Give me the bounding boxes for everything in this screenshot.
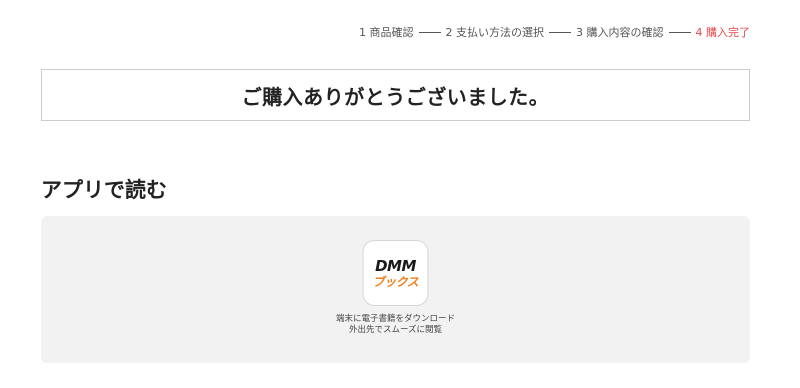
step-separator [549, 31, 571, 33]
dmm-books-app-icon[interactable]: DMM ブックス [362, 240, 429, 306]
purchase-complete-page: 1 商品確認 2 支払い方法の選択 3 購入内容の確認 4 購入完了 ご購入あり… [0, 0, 800, 388]
app-logo-books-text: ブックス [372, 274, 419, 289]
step-payment-method: 2 支払い方法の選択 [445, 26, 545, 39]
thank-you-message: ご購入ありがとうございました。 [241, 84, 550, 109]
thank-you-box: ご購入ありがとうございました。 [41, 69, 750, 121]
step-separator [418, 31, 441, 33]
step-purchase-complete: 4 購入完了 [695, 26, 751, 39]
checkout-progress-steps: 1 商品確認 2 支払い方法の選択 3 購入内容の確認 4 購入完了 [359, 24, 750, 40]
app-caption-line-1: 端末に電子書籍をダウンロード [335, 314, 456, 324]
app-logo-dmm-text: DMM [375, 256, 416, 275]
step-order-review: 3 購入内容の確認 [576, 26, 664, 39]
step-separator [668, 31, 691, 33]
read-in-app-heading: アプリで読む [41, 178, 167, 202]
app-caption-line-2: 外出先でスムーズに閲覧 [348, 325, 443, 335]
dmm-books-app-link[interactable]: DMM ブックス 端末に電子書籍をダウンロード 外出先でスムーズに閲覧 [336, 240, 455, 336]
step-product-confirm: 1 商品確認 [359, 26, 414, 39]
app-caption: 端末に電子書籍をダウンロード 外出先でスムーズに閲覧 [336, 314, 455, 336]
app-panel: DMM ブックス 端末に電子書籍をダウンロード 外出先でスムーズに閲覧 [41, 216, 750, 363]
